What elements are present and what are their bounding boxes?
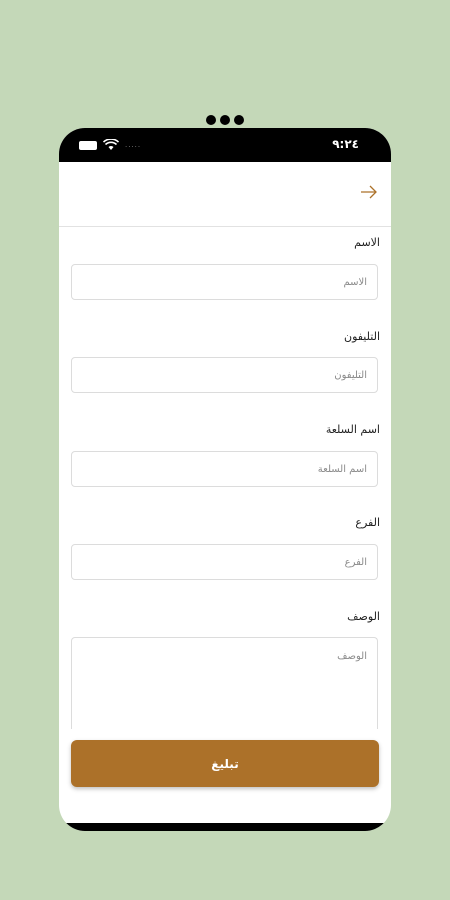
phone-label: التليفون <box>343 330 380 343</box>
submit-button[interactable]: تبليغ <box>71 740 379 787</box>
dot <box>234 115 244 125</box>
status-bar: ..... ٩:٢٤ <box>59 128 391 162</box>
branch-label: الفرع <box>355 516 380 529</box>
battery-icon <box>79 140 97 150</box>
status-icons: ..... <box>79 138 141 152</box>
dot <box>206 115 216 125</box>
wifi-icon <box>103 139 119 150</box>
item-name-label: اسم السلعة <box>325 423 380 436</box>
pagination-dots <box>0 110 450 125</box>
branch-input[interactable] <box>71 544 378 580</box>
name-input[interactable] <box>71 264 378 300</box>
header <box>59 162 391 227</box>
description-label: الوصف <box>347 610 380 623</box>
phone-input[interactable] <box>71 357 378 393</box>
description-textarea[interactable] <box>71 637 378 729</box>
status-time: ٩:٢٤ <box>332 137 359 151</box>
signal-icon: ..... <box>125 141 142 149</box>
arrow-right-icon[interactable] <box>359 184 379 200</box>
home-indicator-bar <box>59 823 391 831</box>
phone-frame: ..... ٩:٢٤ الاسم التليفون اسم السلعة الف… <box>59 128 391 831</box>
name-label: الاسم <box>354 236 380 249</box>
dot <box>220 115 230 125</box>
item-name-input[interactable] <box>71 451 378 487</box>
